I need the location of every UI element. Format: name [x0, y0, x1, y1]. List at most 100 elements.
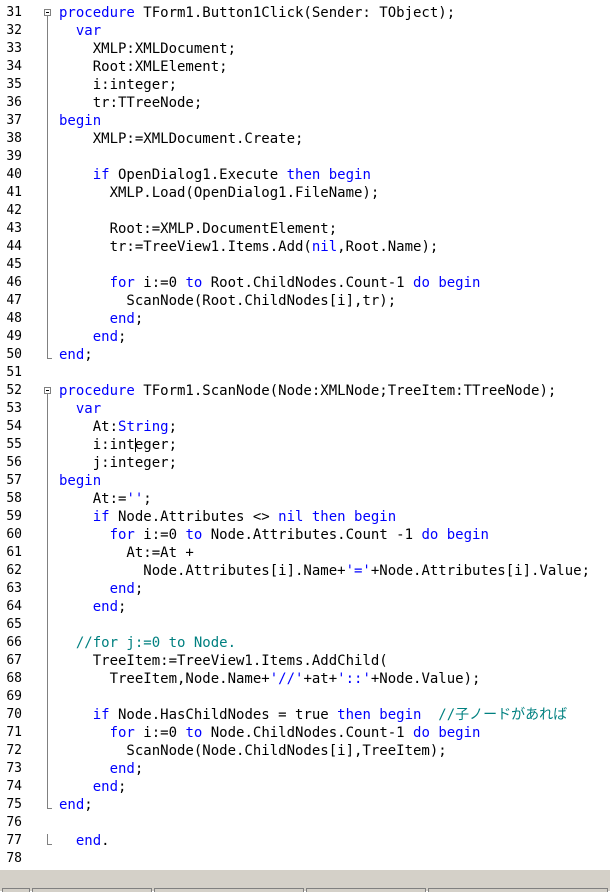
keyword-token: end — [109, 311, 135, 327]
code-line[interactable]: for i:=0 to Root.ChildNodes.Count-1 do b… — [40, 274, 610, 292]
code-line[interactable]: if Node.Attributes <> nil then begin — [40, 508, 610, 526]
code-line[interactable]: begin — [40, 112, 610, 130]
code-line[interactable]: begin — [40, 472, 610, 490]
code-line[interactable]: end. — [40, 832, 610, 850]
keyword-token: do begin — [413, 725, 481, 741]
line-number: 62 — [6, 563, 22, 578]
code-line[interactable]: end; — [40, 778, 610, 796]
code-line[interactable]: end; — [40, 760, 610, 778]
code-line[interactable]: for i:=0 to Node.Attributes.Count -1 do … — [40, 526, 610, 544]
code-line[interactable]: At:String; — [40, 418, 610, 436]
line-number: 73 — [6, 761, 22, 776]
code-token: i:integer; — [59, 437, 178, 453]
code-token: ; — [118, 599, 127, 615]
code-line[interactable] — [40, 616, 610, 634]
code-line[interactable] — [40, 850, 610, 868]
string-token: '' — [126, 491, 144, 507]
code-line[interactable]: end; — [40, 328, 610, 346]
code-line[interactable]: XMLP:=XMLDocument.Create; — [40, 130, 610, 148]
code-line[interactable]: for i:=0 to Node.ChildNodes.Count-1 do b… — [40, 724, 610, 742]
status-panel — [154, 888, 304, 892]
code-line[interactable]: end; — [40, 310, 610, 328]
code-token: ; — [84, 347, 93, 363]
code-line[interactable] — [40, 364, 610, 382]
code-line-text: for i:=0 to Node.ChildNodes.Count-1 do b… — [59, 724, 481, 742]
keyword-token: end — [92, 779, 119, 795]
code-line-text: Root:=XMLP.DocumentElement; — [59, 220, 338, 238]
code-line[interactable]: //for j:=0 to Node. — [40, 634, 610, 652]
keyword-token: end — [109, 761, 135, 777]
line-number: 47 — [6, 293, 22, 308]
keyword-token: if — [92, 509, 110, 525]
line-number: 36 — [6, 95, 22, 110]
code-token: ; — [143, 491, 152, 507]
code-line[interactable]: var — [40, 400, 610, 418]
code-line[interactable]: end; — [40, 580, 610, 598]
code-line[interactable]: procedure TForm1.Button1Click(Sender: TO… — [40, 4, 610, 22]
code-line-text: XMLP:=XMLDocument.Create; — [59, 130, 304, 148]
code-line[interactable]: tr:TTreeNode; — [40, 94, 610, 112]
code-line[interactable]: if OpenDialog1.Execute then begin — [40, 166, 610, 184]
code-line[interactable]: ScanNode(Root.ChildNodes[i],tr); — [40, 292, 610, 310]
fold-collapse-icon[interactable] — [44, 387, 51, 394]
code-line[interactable] — [40, 256, 610, 274]
line-number: 44 — [6, 239, 22, 254]
line-number: 50 — [6, 347, 22, 362]
code-line[interactable]: tr:=TreeView1.Items.Add(nil,Root.Name); — [40, 238, 610, 256]
line-number: 45 — [6, 257, 22, 272]
code-line[interactable]: end; — [40, 346, 610, 364]
keyword-token: var — [75, 401, 102, 417]
code-line-text: TreeItem,Node.Name+'//'+at+'::'+Node.Val… — [59, 670, 481, 688]
line-number: 38 — [6, 131, 22, 146]
code-line-text: procedure TForm1.ScanNode(Node:XMLNode;T… — [59, 382, 556, 400]
code-line[interactable]: At:=At + — [40, 544, 610, 562]
code-token: TForm1.Button1Click(Sender: TObject); — [134, 5, 456, 21]
code-token: +at+ — [303, 671, 338, 687]
code-editor[interactable]: 31 32 33 34 35 36 37 38 39 40 41 42 43 44 45 46 47 48 49 50… — [0, 0, 610, 869]
code-line[interactable]: Root:XMLElement; — [40, 58, 610, 76]
code-token: OpenDialog1.Execute — [109, 167, 287, 183]
code-line[interactable]: Node.Attributes[i].Name+'='+Node.Attribu… — [40, 562, 610, 580]
code-line[interactable]: end; — [40, 796, 610, 814]
code-line-text: var — [59, 22, 101, 40]
code-line[interactable] — [40, 148, 610, 166]
code-line[interactable]: procedure TForm1.ScanNode(Node:XMLNode;T… — [40, 382, 610, 400]
line-number: 37 — [6, 113, 22, 128]
keyword-token: for — [109, 527, 135, 543]
status-panel — [428, 888, 608, 892]
code-token: ScanNode(Node.ChildNodes[i],TreeItem); — [59, 743, 447, 759]
code-token: At:= — [59, 491, 127, 507]
code-line[interactable]: TreeItem,Node.Name+'//'+at+'::'+Node.Val… — [40, 670, 610, 688]
line-number: 59 — [6, 509, 22, 524]
code-line[interactable] — [40, 688, 610, 706]
code-line[interactable]: end; — [40, 598, 610, 616]
code-line-text: At:=''; — [59, 490, 152, 508]
code-line-text: j:integer; — [59, 454, 177, 472]
code-line[interactable]: Root:=XMLP.DocumentElement; — [40, 220, 610, 238]
code-area[interactable]: procedure TForm1.Button1Click(Sender: TO… — [40, 0, 610, 869]
code-line[interactable]: if Node.HasChildNodes = true then begin … — [40, 706, 610, 724]
code-token: Root.ChildNodes.Count-1 — [202, 275, 414, 291]
code-line[interactable]: At:=''; — [40, 490, 610, 508]
code-line-text: ScanNode(Node.ChildNodes[i],TreeItem); — [59, 742, 447, 760]
code-line[interactable]: j:integer; — [40, 454, 610, 472]
code-line-text: tr:=TreeView1.Items.Add(nil,Root.Name); — [59, 238, 439, 256]
code-line[interactable]: XMLP.Load(OpenDialog1.FileName); — [40, 184, 610, 202]
code-line[interactable]: ScanNode(Node.ChildNodes[i],TreeItem); — [40, 742, 610, 760]
code-line[interactable]: XMLP:XMLDocument; — [40, 40, 610, 58]
code-token: i:integer; — [59, 77, 178, 93]
code-line[interactable]: TreeItem:=TreeView1.Items.AddChild( — [40, 652, 610, 670]
code-line[interactable]: i:integer; — [40, 76, 610, 94]
code-line[interactable] — [40, 202, 610, 220]
code-line[interactable]: i:integer; — [40, 436, 610, 454]
code-line[interactable] — [40, 814, 610, 832]
line-number: 51 — [6, 365, 22, 380]
line-number: 68 — [6, 671, 22, 686]
code-line[interactable]: var — [40, 22, 610, 40]
fold-collapse-icon[interactable] — [44, 9, 51, 16]
code-line-text: end; — [59, 778, 127, 796]
